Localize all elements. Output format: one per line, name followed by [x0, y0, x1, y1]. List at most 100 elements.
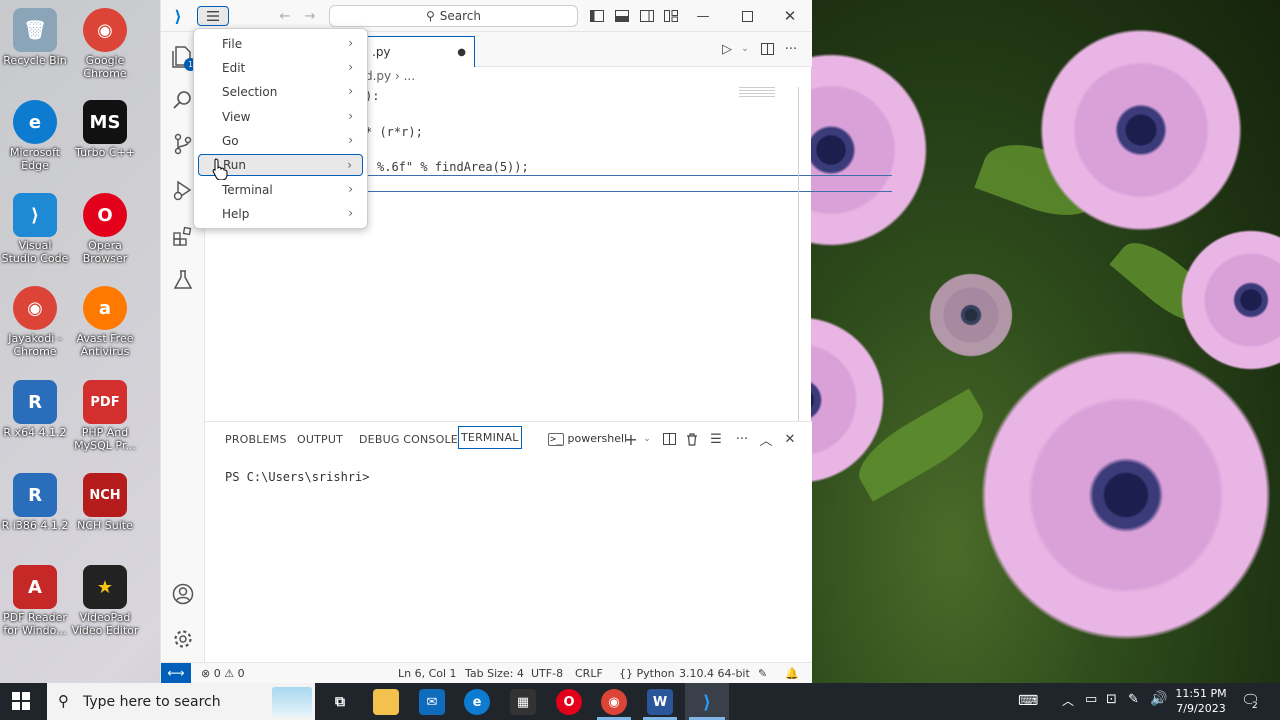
avast-icon: a: [83, 286, 127, 330]
explorer-icon[interactable]: 1: [171, 44, 197, 71]
clear-terminal-icon[interactable]: ☰: [706, 429, 726, 449]
clock-time: 11:51 PM: [1175, 687, 1227, 700]
windows-start-button[interactable]: [12, 692, 30, 713]
cursor-position[interactable]: Ln 6, Col 1: [398, 667, 457, 680]
unsaved-dot-icon[interactable]: ●: [457, 47, 466, 58]
more-actions-icon[interactable]: ···: [781, 39, 801, 59]
testing-flask-icon[interactable]: [171, 268, 195, 292]
search-icon[interactable]: [171, 88, 195, 112]
current-line-highlight-bottom: [365, 191, 892, 192]
desktop-icon-label: Avast Free Antivirus: [76, 332, 134, 358]
mail-icon[interactable]: ✉: [419, 689, 445, 715]
maximize-button[interactable]: [737, 6, 757, 26]
split-editor-icon[interactable]: [757, 39, 777, 59]
accounts-icon[interactable]: [171, 582, 195, 606]
edge-icon[interactable]: e: [464, 689, 490, 715]
tab-output[interactable]: OUTPUT: [297, 433, 343, 446]
task-view-icon[interactable]: ⧉: [327, 689, 353, 715]
desktop-icon-turbo-cpp[interactable]: MS Turbo C++: [70, 100, 140, 159]
split-terminal-icon[interactable]: [659, 429, 679, 449]
menu-item-file[interactable]: File ›: [198, 33, 363, 55]
menu-item-terminal[interactable]: Terminal ›: [198, 179, 363, 201]
settings-gear-icon[interactable]: [171, 627, 195, 651]
terminal-dropdown-chevron-icon[interactable]: ⌄: [637, 429, 657, 449]
notifications-bell-icon[interactable]: 🔔: [785, 667, 799, 680]
minimize-button[interactable]: —: [693, 6, 713, 26]
encoding-indicator[interactable]: UTF-8: [531, 667, 563, 680]
maximize-panel-chevron-up-icon[interactable]: ︿: [756, 429, 776, 449]
menu-hamburger-button[interactable]: [197, 6, 229, 26]
volume-icon[interactable]: 🔊: [1150, 691, 1167, 707]
kill-terminal-trash-icon[interactable]: [682, 429, 702, 449]
desktop-icon-microsoft-edge[interactable]: e Microsoft Edge: [0, 100, 70, 172]
minimap[interactable]: [739, 87, 775, 97]
editor-vertical-scrollbar[interactable]: [798, 87, 799, 421]
toggle-secondary-sidebar-icon[interactable]: [637, 6, 657, 26]
source-control-icon[interactable]: [171, 132, 195, 156]
word-icon[interactable]: W: [647, 689, 673, 715]
chevron-right-icon: ›: [348, 182, 353, 196]
toggle-primary-sidebar-icon[interactable]: [587, 6, 607, 26]
edge-icon: e: [13, 100, 57, 144]
desktop-icon-videopad[interactable]: ★ VideoPad Video Editor: [70, 565, 140, 637]
current-line-highlight-top: [365, 175, 892, 176]
menu-item-view[interactable]: View ›: [198, 106, 363, 128]
language-mode[interactable]: {} Python: [619, 667, 675, 680]
vscode-taskbar-button[interactable]: ⟩: [685, 683, 729, 720]
tab-terminal[interactable]: TERMINAL: [458, 426, 522, 449]
desktop-icon-nch-suite[interactable]: NCH NCH Suite: [70, 473, 140, 532]
tab-active-file[interactable]: .py ●: [365, 36, 475, 67]
file-explorer-icon[interactable]: [373, 689, 399, 715]
touch-keyboard-icon[interactable]: ⌨: [1018, 693, 1038, 709]
pdf-icon: PDF: [83, 380, 127, 424]
close-panel-icon[interactable]: ✕: [780, 429, 800, 449]
desktop-icon-avast[interactable]: a Avast Free Antivirus: [70, 286, 140, 358]
remote-indicator-button[interactable]: ⟷: [161, 663, 191, 683]
network-icon[interactable]: ⊡: [1106, 692, 1117, 707]
toggle-panel-icon[interactable]: [612, 6, 632, 26]
feedback-icon[interactable]: ✎: [758, 667, 767, 680]
show-hidden-icons-chevron-icon[interactable]: ︿: [1062, 692, 1074, 709]
tab-debug-console[interactable]: DEBUG CONSOLE: [359, 433, 458, 446]
forward-arrow-button[interactable]: →: [300, 6, 320, 26]
code-line: * (r*r);: [365, 125, 423, 139]
back-arrow-button[interactable]: ←: [275, 6, 295, 26]
problems-indicator[interactable]: ⊗ 0 ⚠ 0: [201, 667, 245, 680]
desktop-icon-php-mysql[interactable]: PDF PHP And MySQL Pr...: [70, 380, 140, 452]
desktop-icon-r-x64[interactable]: R R x64 4.1.2: [0, 380, 70, 439]
desktop-icon-jayakodi-chrome[interactable]: ◉ Jayakodi - Chrome: [0, 286, 70, 358]
eol-indicator[interactable]: CRLF: [575, 667, 603, 680]
desktop-icon-pdf-reader[interactable]: A PDF Reader for Windo...: [0, 565, 70, 637]
desktop-icon-vscode[interactable]: ⟩ Visual Studio Code: [0, 193, 70, 265]
terminal-shell-selector[interactable]: >_ powershell: [548, 432, 627, 446]
meet-now-icon[interactable]: ▭: [1085, 692, 1097, 707]
pen-icon[interactable]: ✎: [1128, 692, 1139, 707]
desktop-icon-recycle-bin[interactable]: 🗑 Recycle Bin: [0, 8, 70, 67]
menu-item-selection[interactable]: Selection ›: [198, 81, 363, 103]
run-debug-icon[interactable]: [171, 178, 195, 202]
taskbar-search-box[interactable]: ⚲ Type here to search: [47, 683, 315, 720]
tab-size-indicator[interactable]: Tab Size: 4: [465, 667, 524, 680]
tab-problems[interactable]: PROBLEMS: [225, 433, 287, 446]
close-window-button[interactable]: ✕: [780, 6, 800, 26]
desktop-icon-google-chrome[interactable]: ◉ Google Chrome: [70, 8, 140, 80]
opera-icon[interactable]: O: [556, 689, 582, 715]
menu-item-edit[interactable]: Edit ›: [198, 57, 363, 79]
menu-item-go[interactable]: Go ›: [198, 130, 363, 152]
customize-layout-icon[interactable]: [661, 6, 681, 26]
microsoft-store-icon[interactable]: ▦: [510, 689, 536, 715]
run-python-file-button[interactable]: ▷: [717, 39, 737, 59]
command-center-search[interactable]: ⚲ Search: [329, 5, 578, 27]
menu-item-help[interactable]: Help ›: [198, 203, 363, 225]
desktop-icon-r-i386[interactable]: R R i386 4.1.2: [0, 473, 70, 532]
run-dropdown-chevron-icon[interactable]: ⌄: [735, 39, 755, 59]
opera-icon: O: [83, 193, 127, 237]
chrome-icon[interactable]: ◉: [601, 689, 627, 715]
terminal-prompt[interactable]: PS C:\Users\srishri>: [225, 470, 370, 484]
extensions-icon[interactable]: [171, 224, 195, 248]
python-interpreter[interactable]: 3.10.4 64-bit: [679, 667, 750, 680]
taskbar-clock[interactable]: 11:51 PM 7/9/2023: [1173, 686, 1229, 716]
search-icon: ⚲: [58, 692, 69, 710]
panel-more-actions-icon[interactable]: ···: [732, 429, 752, 449]
desktop-icon-opera[interactable]: O Opera Browser: [70, 193, 140, 265]
